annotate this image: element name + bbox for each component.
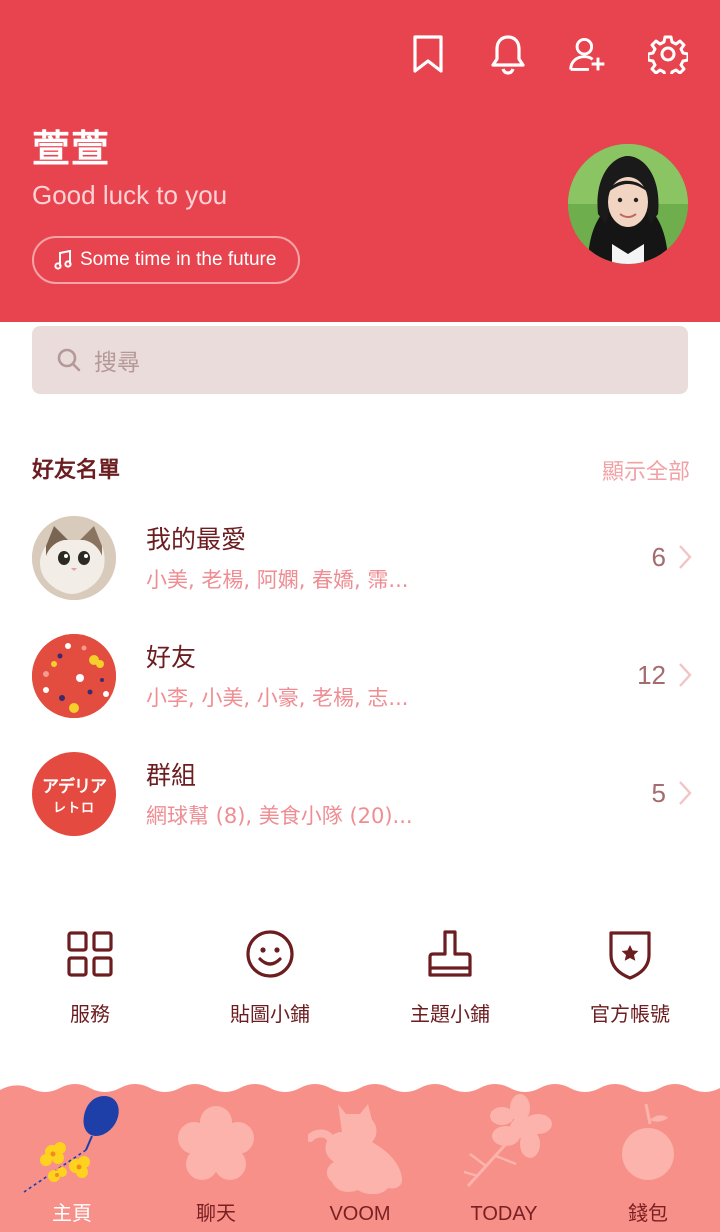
sticker-shop-button[interactable]: 貼圖小鋪 bbox=[180, 926, 360, 1027]
chevron-right-icon bbox=[679, 663, 692, 687]
search-placeholder: 搜尋 bbox=[94, 350, 140, 376]
logo-line-2: レトロ bbox=[52, 801, 95, 816]
friends-section-title: 好友名單 bbox=[32, 458, 121, 483]
group-members: 小李, 小美, 小豪, 老楊, 志... bbox=[146, 686, 409, 710]
group-members: 網球幫 (8), 美食小隊 (20)... bbox=[146, 804, 413, 828]
bottom-nav: 主頁 聊天 VOOM TODAY 錢包 bbox=[0, 1082, 720, 1232]
cat-icon[interactable] bbox=[308, 1098, 412, 1194]
profile-header: 萱萱 Good luck to you Some time in the fut… bbox=[0, 0, 720, 322]
balloon-flower-icon[interactable] bbox=[20, 1092, 130, 1196]
official-accounts-button[interactable]: 官方帳號 bbox=[540, 926, 720, 1027]
profile-name[interactable]: 萱萱 bbox=[32, 118, 110, 173]
list-item-favorites[interactable]: 我的最愛 小美, 老楊, 阿嫻, 春嬌, 霈... 6 bbox=[32, 516, 692, 606]
add-friend-icon[interactable] bbox=[568, 30, 608, 78]
group-count: 12 bbox=[637, 660, 666, 690]
tab-today[interactable]: TODAY bbox=[432, 1203, 576, 1226]
service-label: 貼圖小鋪 bbox=[230, 1002, 310, 1026]
avatar[interactable] bbox=[568, 144, 688, 264]
service-label: 服務 bbox=[70, 1002, 110, 1026]
list-item-friends[interactable]: 好友 小李, 小美, 小豪, 老楊, 志... 12 bbox=[32, 634, 692, 724]
flower-icon[interactable] bbox=[176, 1104, 256, 1184]
services-button[interactable]: 服務 bbox=[0, 926, 180, 1027]
show-all-link[interactable]: 顯示全部 bbox=[602, 454, 690, 486]
smiley-icon bbox=[245, 926, 295, 982]
favorites-thumbnail bbox=[32, 516, 116, 600]
theme-shop-button[interactable]: 主題小鋪 bbox=[360, 926, 540, 1027]
status-message[interactable]: Good luck to you bbox=[32, 180, 227, 211]
services-row: 服務 貼圖小鋪 主題小鋪 官方帳號 bbox=[0, 926, 720, 1036]
service-label: 官方帳號 bbox=[590, 1002, 670, 1026]
tab-home[interactable]: 主頁 bbox=[0, 1197, 144, 1226]
music-note-icon bbox=[54, 250, 72, 270]
logo-line-1: アデリア bbox=[42, 777, 107, 797]
groups-thumbnail: アデリア レトロ bbox=[32, 752, 116, 836]
group-title: 好友 bbox=[146, 643, 197, 672]
list-item-groups[interactable]: アデリア レトロ 群組 網球幫 (8), 美食小隊 (20)... 5 bbox=[32, 752, 692, 842]
tab-wallet[interactable]: 錢包 bbox=[576, 1197, 720, 1226]
friends-thumbnail bbox=[32, 634, 116, 718]
music-button[interactable]: Some time in the future bbox=[32, 236, 301, 284]
settings-icon[interactable] bbox=[648, 30, 688, 78]
grid-icon bbox=[66, 926, 114, 982]
search-bar[interactable]: 搜尋 bbox=[32, 326, 688, 394]
chevron-right-icon bbox=[679, 781, 692, 805]
search-icon bbox=[57, 348, 81, 372]
shield-star-icon bbox=[607, 926, 653, 982]
tab-chat[interactable]: 聊天 bbox=[144, 1197, 288, 1226]
service-label: 主題小鋪 bbox=[410, 1002, 490, 1026]
bookmark-icon[interactable] bbox=[408, 30, 448, 78]
bell-icon[interactable] bbox=[488, 30, 528, 78]
fruit-icon[interactable] bbox=[616, 1100, 680, 1186]
group-title: 群組 bbox=[146, 761, 197, 790]
group-count: 6 bbox=[651, 542, 666, 572]
blossom-branch-icon[interactable] bbox=[456, 1094, 556, 1190]
group-members: 小美, 老楊, 阿嫻, 春嬌, 霈... bbox=[146, 568, 409, 592]
group-title: 我的最愛 bbox=[146, 525, 247, 554]
group-count: 5 bbox=[651, 778, 666, 808]
music-label: Some time in the future bbox=[80, 249, 277, 270]
chevron-right-icon bbox=[679, 545, 692, 569]
tab-voom[interactable]: VOOM bbox=[288, 1203, 432, 1226]
header-actions bbox=[408, 30, 688, 78]
brush-icon bbox=[427, 926, 473, 982]
